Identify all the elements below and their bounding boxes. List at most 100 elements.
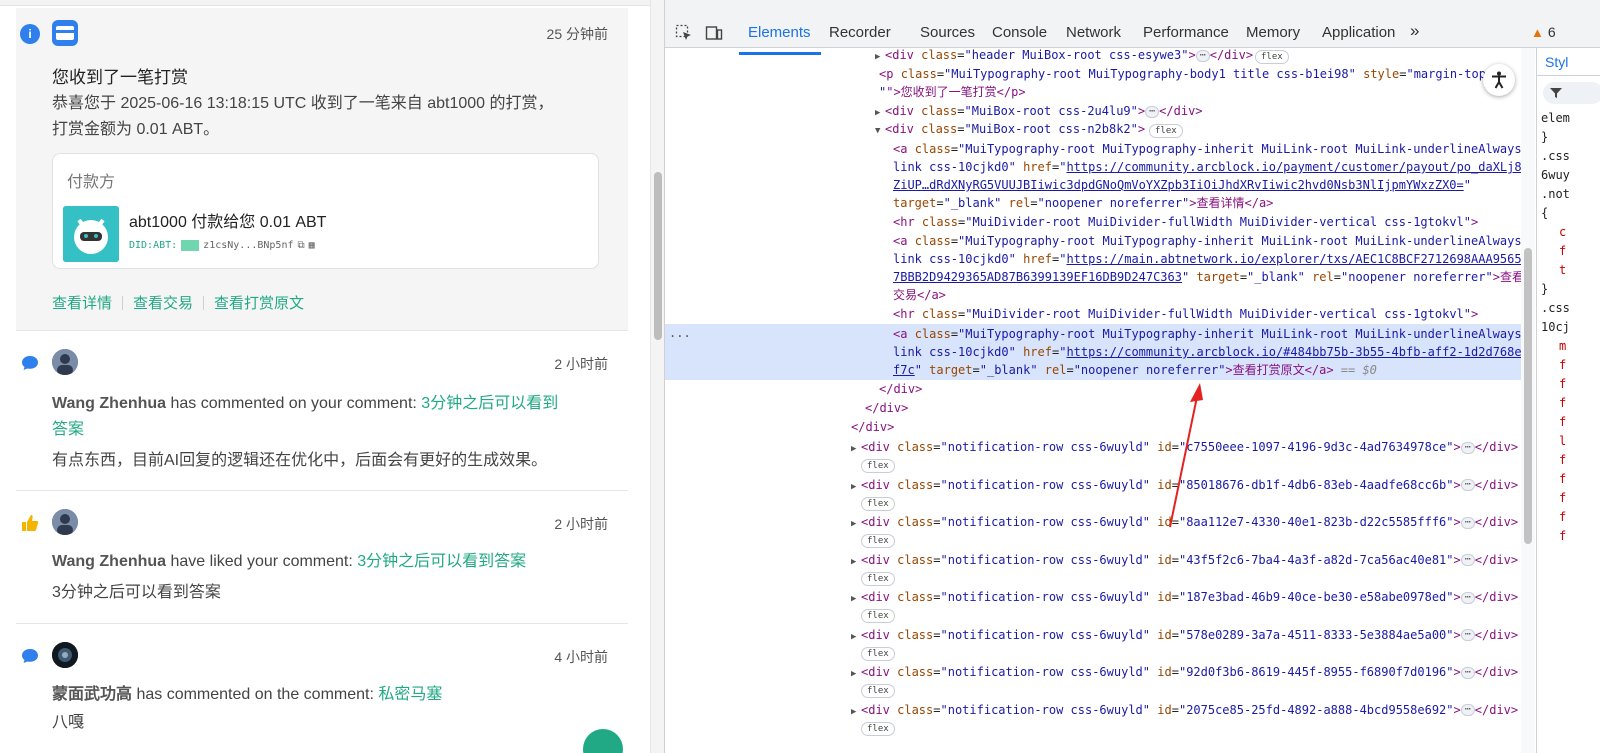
expand-caret-icon[interactable]: ▶ [851, 703, 861, 722]
dom-attr[interactable]: 7BBB2D9429365AD87B6399139EF16DB9D247C363… [893, 268, 1521, 287]
flex-badge[interactable]: flex [1149, 124, 1183, 138]
flex-badge[interactable]: flex [861, 571, 895, 586]
notification-comment[interactable]: 4 小时前 蒙面武功高 has commented on the comment… [16, 624, 628, 753]
notification-row-node[interactable]: ▶ <div class="notification-row css-6wuyld… [851, 626, 1518, 645]
collapsed-ellipsis[interactable]: ⋯ [1460, 666, 1475, 679]
flex-badge[interactable]: flex [861, 534, 895, 548]
dom-node[interactable]: <a class="MuiTypography-root MuiTypograp… [893, 232, 1521, 251]
user-avatar[interactable] [52, 349, 78, 375]
notification-tip[interactable]: i 25 分钟前 您收到了一笔打赏 恭喜您于 2025-06-16 13:18:… [16, 8, 628, 331]
tab-console[interactable]: Console [992, 24, 1047, 41]
style-rule-line[interactable]: l [1559, 433, 1566, 449]
style-rule-line[interactable]: f [1559, 490, 1566, 506]
flex-badge[interactable]: flex [861, 646, 895, 661]
style-rule-line[interactable]: f [1559, 395, 1566, 411]
tab-application[interactable]: Application [1322, 24, 1395, 41]
user-name[interactable]: Wang Zhenhua [52, 553, 166, 570]
dom-attr[interactable]: link css-10cjkd0" href="https://main.abt… [893, 250, 1521, 269]
tab-styles[interactable]: Styl [1545, 54, 1568, 70]
tab-memory[interactable]: Memory [1246, 24, 1300, 41]
selected-dom-node[interactable]: <a class="MuiTypography-root MuiTypograp… [893, 325, 1521, 344]
collapsed-ellipsis[interactable]: ⋯ [1460, 704, 1475, 716]
style-rule-line[interactable]: 10cj [1541, 319, 1570, 335]
style-rule-line[interactable]: f [1559, 471, 1566, 487]
style-rule-line[interactable]: } [1541, 129, 1548, 145]
selected-node-menu[interactable]: ... [669, 326, 691, 340]
device-toolbar-icon[interactable] [703, 22, 725, 44]
view-details-link[interactable]: 查看详情 [52, 292, 112, 313]
comment-link[interactable]: 答案 [52, 421, 84, 438]
styles-filter[interactable] [1543, 82, 1600, 104]
collapsed-ellipsis[interactable]: ⋯ [1460, 629, 1475, 641]
href-link[interactable]: https://community.arcblock.io/#484bb75b-… [1066, 345, 1521, 359]
expand-caret-icon[interactable]: ▶ [851, 440, 861, 459]
collapsed-ellipsis[interactable]: ⋯ [1460, 591, 1475, 604]
style-rule-line[interactable]: f [1559, 509, 1566, 525]
expand-caret-icon[interactable]: ▶ [851, 478, 861, 497]
notification-row-node[interactable]: ▶ <div class="notification-row css-6wuyld… [851, 588, 1518, 607]
flex-badge[interactable]: flex [1255, 50, 1289, 64]
style-rule-line[interactable]: f [1559, 452, 1566, 468]
dom-node[interactable]: ▶ <div class="header MuiBox-root css-esyw… [875, 48, 1253, 65]
comment-link[interactable]: 私密马塞 [378, 686, 442, 703]
elements-scrollbar[interactable] [1521, 48, 1535, 753]
style-rule-line[interactable]: f [1559, 414, 1566, 430]
style-rule-line[interactable]: { [1541, 205, 1548, 221]
style-rule-line[interactable]: } [1541, 281, 1548, 297]
style-rule-line[interactable]: 6wuy [1541, 167, 1570, 183]
comment-link[interactable]: 3分钟之后可以看到答案 [357, 553, 526, 570]
user-avatar[interactable] [52, 509, 78, 535]
expand-caret-icon[interactable]: ▶ [851, 515, 861, 534]
inspect-element-icon[interactable] [673, 22, 695, 44]
page-scrollbar-thumb[interactable] [654, 172, 662, 340]
flex-badge[interactable]: flex [861, 496, 895, 511]
style-rule-line[interactable]: .css [1541, 300, 1570, 316]
collapsed-ellipsis[interactable]: ⋯ [1460, 554, 1475, 566]
notification-row-node[interactable]: ▶ <div class="notification-row css-6wuyld… [851, 663, 1518, 682]
style-rule-line[interactable]: elem [1541, 110, 1570, 126]
style-rule-line[interactable]: .css [1541, 148, 1570, 164]
more-tabs-button[interactable]: » [1410, 21, 1419, 41]
collapsed-ellipsis[interactable]: ⋯ [1145, 105, 1160, 118]
user-avatar[interactable] [52, 642, 78, 668]
notification-comment[interactable]: 2 小时前 Wang Zhenhua has commented on your… [16, 331, 628, 491]
notification-row-node[interactable]: ▶ <div class="notification-row css-6wuyld… [851, 476, 1518, 495]
collapsed-ellipsis[interactable]: ⋯ [1460, 516, 1475, 529]
collapsed-ellipsis[interactable]: ⋯ [1460, 479, 1475, 491]
dom-attr[interactable]: target="_blank" rel="noopener noreferrer… [893, 194, 1273, 213]
user-name[interactable]: 蒙面武功高 [52, 686, 132, 703]
dom-attr[interactable]: link css-10cjkd0" href="https://communit… [893, 158, 1521, 177]
style-rule-line[interactable]: c [1559, 224, 1566, 240]
expand-caret-icon[interactable]: ▶ [851, 628, 861, 647]
dom-text[interactable]: 交易</a> [893, 286, 946, 305]
flex-badge[interactable]: flex [861, 684, 895, 698]
dom-text[interactable]: "">您收到了一笔打赏</p> [879, 83, 1026, 102]
flex-badge[interactable]: flex [861, 721, 895, 736]
accessibility-icon[interactable] [1483, 64, 1515, 96]
collapse-caret-icon[interactable]: ▼ [875, 122, 885, 141]
tab-sources[interactable]: Sources [920, 24, 975, 41]
dom-attr[interactable]: ZiUP…dRdXNyRG5VUUJBIiwic3dpdGNoQmVoYXZpb… [893, 176, 1471, 195]
href-link[interactable]: f7c [893, 363, 915, 377]
style-rule-line[interactable]: .not [1541, 186, 1570, 202]
href-link[interactable]: https://community.arcblock.io/payment/cu… [1066, 160, 1521, 174]
dom-node[interactable]: ▶ <div class="MuiBox-root css-2u4lu9"> ⋯ </… [875, 102, 1203, 121]
tab-performance[interactable]: Performance [1143, 24, 1229, 41]
flex-badge[interactable]: flex [861, 459, 895, 473]
tab-network[interactable]: Network [1066, 24, 1121, 41]
page-scrollbar[interactable] [650, 0, 664, 753]
notification-row-node[interactable]: ▶ <div class="notification-row css-6wuyld… [851, 513, 1518, 532]
expand-caret-icon[interactable]: ▶ [851, 553, 861, 572]
style-rule-line[interactable]: f [1559, 357, 1566, 373]
style-rule-line[interactable]: f [1559, 528, 1566, 544]
collapsed-ellipsis[interactable]: ⋯ [1195, 49, 1210, 62]
copy-icon[interactable]: ⧉ [297, 240, 304, 251]
tab-elements[interactable]: Elements [748, 24, 811, 41]
notification-like[interactable]: 2 小时前 Wang Zhenhua have liked your comme… [16, 491, 628, 624]
style-rule-line[interactable]: f [1559, 243, 1566, 259]
dom-attr[interactable]: link css-10cjkd0" href="https://communit… [893, 343, 1521, 362]
href-link[interactable]: ZiUP…dRdXNyRG5VUUJBIiwic3dpdGNoQmVoYXZpb… [893, 178, 1464, 192]
collapsed-ellipsis[interactable]: ⋯ [1460, 441, 1475, 454]
expand-caret-icon[interactable]: ▶ [851, 590, 861, 609]
notification-row-node[interactable]: ▶ <div class="notification-row css-6wuyld… [851, 551, 1518, 570]
